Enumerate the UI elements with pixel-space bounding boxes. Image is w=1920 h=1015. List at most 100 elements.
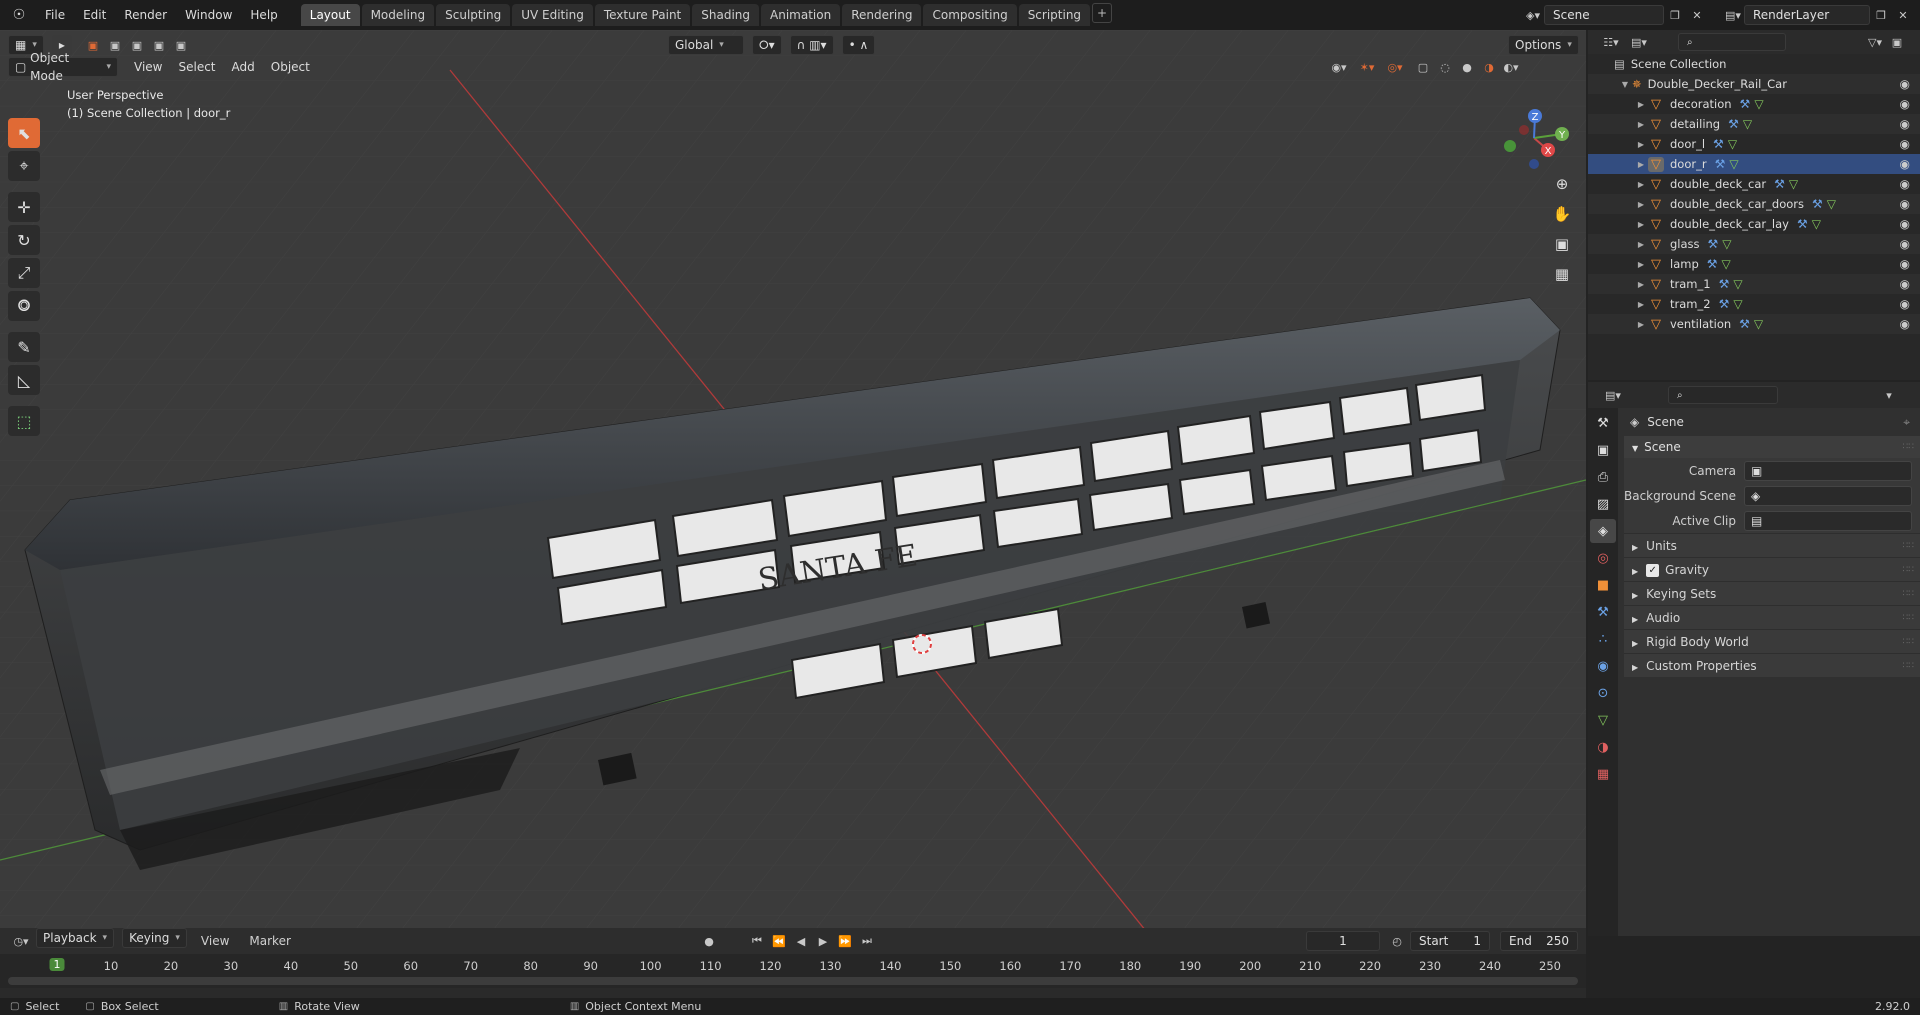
drag-grip-icon[interactable]: ∷∷ <box>1903 558 1914 582</box>
expand-arrow-icon[interactable]: ▶ <box>1634 100 1648 109</box>
select-box-tool-icon[interactable]: ⬉ <box>8 118 40 148</box>
drag-grip-icon[interactable]: ∷∷ <box>1903 582 1914 606</box>
new-collection-icon[interactable]: ▣ <box>1886 32 1908 52</box>
render-tab-icon[interactable]: ▣ <box>1590 438 1616 462</box>
visibility-eye-icon[interactable]: ◉ <box>1900 77 1910 91</box>
3d-viewport[interactable]: SANTA FE ▦ ▾ ▸ ▣ ▣ ▣ ▣ ▣ Global ▾ ⭘▾ ∩ ▥… <box>0 30 1586 936</box>
menu-help[interactable]: Help <box>241 0 286 30</box>
new-scene-icon[interactable]: ❐ <box>1664 5 1686 25</box>
expand-arrow-icon[interactable]: ▶ <box>1634 120 1648 129</box>
tab-shading[interactable]: Shading <box>692 4 759 26</box>
rendered-shading-icon[interactable]: ◐▾ <box>1500 57 1522 77</box>
modifier-wrench-icon[interactable]: ⚒ <box>1774 177 1785 191</box>
timeline-menu-marker[interactable]: Marker <box>243 928 296 954</box>
outliner-row-glass[interactable]: ▶ ▽ glass ⚒ ▽ ◉ <box>1588 234 1920 254</box>
properties-search-input[interactable]: ⌕ <box>1668 386 1778 404</box>
scene-name-field[interactable]: Scene <box>1544 5 1664 25</box>
visibility-eye-icon[interactable]: ◉ <box>1900 197 1910 211</box>
collection-row[interactable]: ▼ ✵ Double_Decker_Rail_Car ◉ <box>1588 74 1920 94</box>
mesh-data-icon[interactable]: ▽ <box>1789 177 1798 191</box>
solid-shading-icon[interactable]: ● <box>1456 57 1478 77</box>
tab-layout[interactable]: Layout <box>300 4 360 26</box>
next-keyframe-icon[interactable]: ⏩ <box>834 931 856 951</box>
expand-arrow-icon[interactable]: ▶ <box>1634 160 1648 169</box>
display-mode-icon[interactable]: ▤▾ <box>1628 32 1650 52</box>
blender-logo-icon[interactable]: ☉ <box>6 2 32 28</box>
proportional-edit-icon[interactable]: • ∧ <box>841 35 876 55</box>
view-layer-tab-icon[interactable]: ▨ <box>1590 492 1616 516</box>
field-input[interactable]: ▣ <box>1744 460 1912 481</box>
outliner-row-tram-2[interactable]: ▶ ▽ tram_2 ⚒ ▽ ◉ <box>1588 294 1920 314</box>
texture-tab-icon[interactable]: ▦ <box>1590 762 1616 786</box>
output-tab-icon[interactable]: ⎙ <box>1590 465 1616 489</box>
select-subtract-icon[interactable]: ▣ <box>126 35 148 55</box>
mesh-data-icon[interactable]: ▽ <box>1729 157 1738 171</box>
timeline-scrollbar[interactable] <box>8 977 1578 985</box>
outliner-row-detailing[interactable]: ▶ ▽ detailing ⚒ ▽ ◉ <box>1588 114 1920 134</box>
tool-tab-icon[interactable]: ⚒ <box>1590 411 1616 435</box>
camera-view-icon[interactable]: ▣ <box>1548 230 1576 258</box>
measure-tool-icon[interactable]: ◺ <box>8 365 40 395</box>
physics-tab-icon[interactable]: ◉ <box>1590 654 1616 678</box>
add-workspace-button[interactable]: + <box>1092 2 1113 23</box>
expand-arrow-icon[interactable]: ▶ <box>1634 320 1648 329</box>
visibility-eye-icon[interactable]: ◉ <box>1900 257 1910 271</box>
mesh-data-icon[interactable]: ▽ <box>1722 257 1731 271</box>
transform-tool-icon[interactable]: ⭗ <box>8 291 40 321</box>
expand-arrow-icon[interactable]: ▶ <box>1634 200 1648 209</box>
subpanel-units[interactable]: ▶ Units ∷∷ <box>1624 533 1920 557</box>
outliner-editor-icon[interactable]: ☷▾ <box>1600 32 1622 52</box>
modifier-wrench-icon[interactable]: ⚒ <box>1719 297 1730 311</box>
visibility-eye-icon[interactable]: ◉ <box>1900 277 1910 291</box>
drag-grip-icon[interactable]: ∷∷ <box>1903 534 1914 558</box>
pin-icon[interactable]: ⌖ <box>1903 415 1910 430</box>
subpanel-keying-sets[interactable]: ▶ Keying Sets ∷∷ <box>1624 581 1920 605</box>
viewport-menu-view[interactable]: View <box>126 60 170 74</box>
visibility-eye-icon[interactable]: ◉ <box>1900 317 1910 331</box>
drag-grip-icon[interactable]: ∷∷ <box>1903 606 1914 630</box>
select-intersect-icon[interactable]: ▣ <box>170 35 192 55</box>
outliner-row-decoration[interactable]: ▶ ▽ decoration ⚒ ▽ ◉ <box>1588 94 1920 114</box>
outliner-row-double-deck-car-doors[interactable]: ▶ ▽ double_deck_car_doors ⚒ ▽ ◉ <box>1588 194 1920 214</box>
jump-end-icon[interactable]: ⏭ <box>856 931 878 951</box>
world-tab-icon[interactable]: ◎ <box>1590 546 1616 570</box>
mesh-data-icon[interactable]: ▽ <box>1754 97 1763 111</box>
material-tab-icon[interactable]: ◑ <box>1590 735 1616 759</box>
field-input[interactable]: ▤ <box>1744 510 1912 531</box>
filter-icon[interactable]: ▽▾ <box>1864 32 1886 52</box>
mesh-data-icon[interactable]: ▽ <box>1754 317 1763 331</box>
menu-edit[interactable]: Edit <box>74 0 115 30</box>
tab-rendering[interactable]: Rendering <box>842 4 922 26</box>
timeline-menu-keying[interactable]: Keying ▾ <box>122 928 187 948</box>
expand-arrow-icon[interactable]: ▶ <box>1634 260 1648 269</box>
properties-options-icon[interactable]: ▾ <box>1878 385 1900 405</box>
viewport-menu-select[interactable]: Select <box>170 60 223 74</box>
mesh-data-icon[interactable]: ▽ <box>1722 237 1731 251</box>
rotate-tool-icon[interactable]: ↻ <box>8 225 40 255</box>
scene-icon[interactable]: ◈▾ <box>1522 5 1544 25</box>
modifier-tab-icon[interactable]: ⚒ <box>1590 600 1616 624</box>
menu-window[interactable]: Window <box>176 0 241 30</box>
timeline-menu-view[interactable]: View <box>195 928 235 954</box>
annotate-tool-icon[interactable]: ✎ <box>8 332 40 362</box>
menu-render[interactable]: Render <box>115 0 176 30</box>
visibility-eye-icon[interactable]: ◉ <box>1900 117 1910 131</box>
expand-arrow-icon[interactable]: ▶ <box>1634 240 1648 249</box>
outliner-row-tram-1[interactable]: ▶ ▽ tram_1 ⚒ ▽ ◉ <box>1588 274 1920 294</box>
new-view-layer-icon[interactable]: ❐ <box>1870 5 1892 25</box>
modifier-wrench-icon[interactable]: ⚒ <box>1797 217 1808 231</box>
scene-panel-header[interactable]: ▼ Scene ∷∷ <box>1624 436 1920 458</box>
mesh-data-icon[interactable]: ▽ <box>1728 137 1737 151</box>
modifier-wrench-icon[interactable]: ⚒ <box>1713 137 1724 151</box>
mesh-data-icon[interactable]: ▽ <box>1812 217 1821 231</box>
expand-arrow-icon[interactable]: ▶ <box>1634 180 1648 189</box>
expand-arrow-icon[interactable]: ▶ <box>1634 220 1648 229</box>
modifier-wrench-icon[interactable]: ⚒ <box>1740 97 1751 111</box>
xray-icon[interactable]: ▢ <box>1412 57 1434 77</box>
start-frame-field[interactable]: Start 1 <box>1410 931 1490 951</box>
subpanel-gravity[interactable]: ▶ ✓ Gravity ∷∷ <box>1624 557 1920 581</box>
modifier-wrench-icon[interactable]: ⚒ <box>1707 257 1718 271</box>
mode-select[interactable]: ▢ Object Mode ▾ <box>8 51 118 83</box>
drag-grip-icon[interactable]: ∷∷ <box>1903 654 1914 678</box>
end-frame-field[interactable]: End 250 <box>1500 931 1578 951</box>
